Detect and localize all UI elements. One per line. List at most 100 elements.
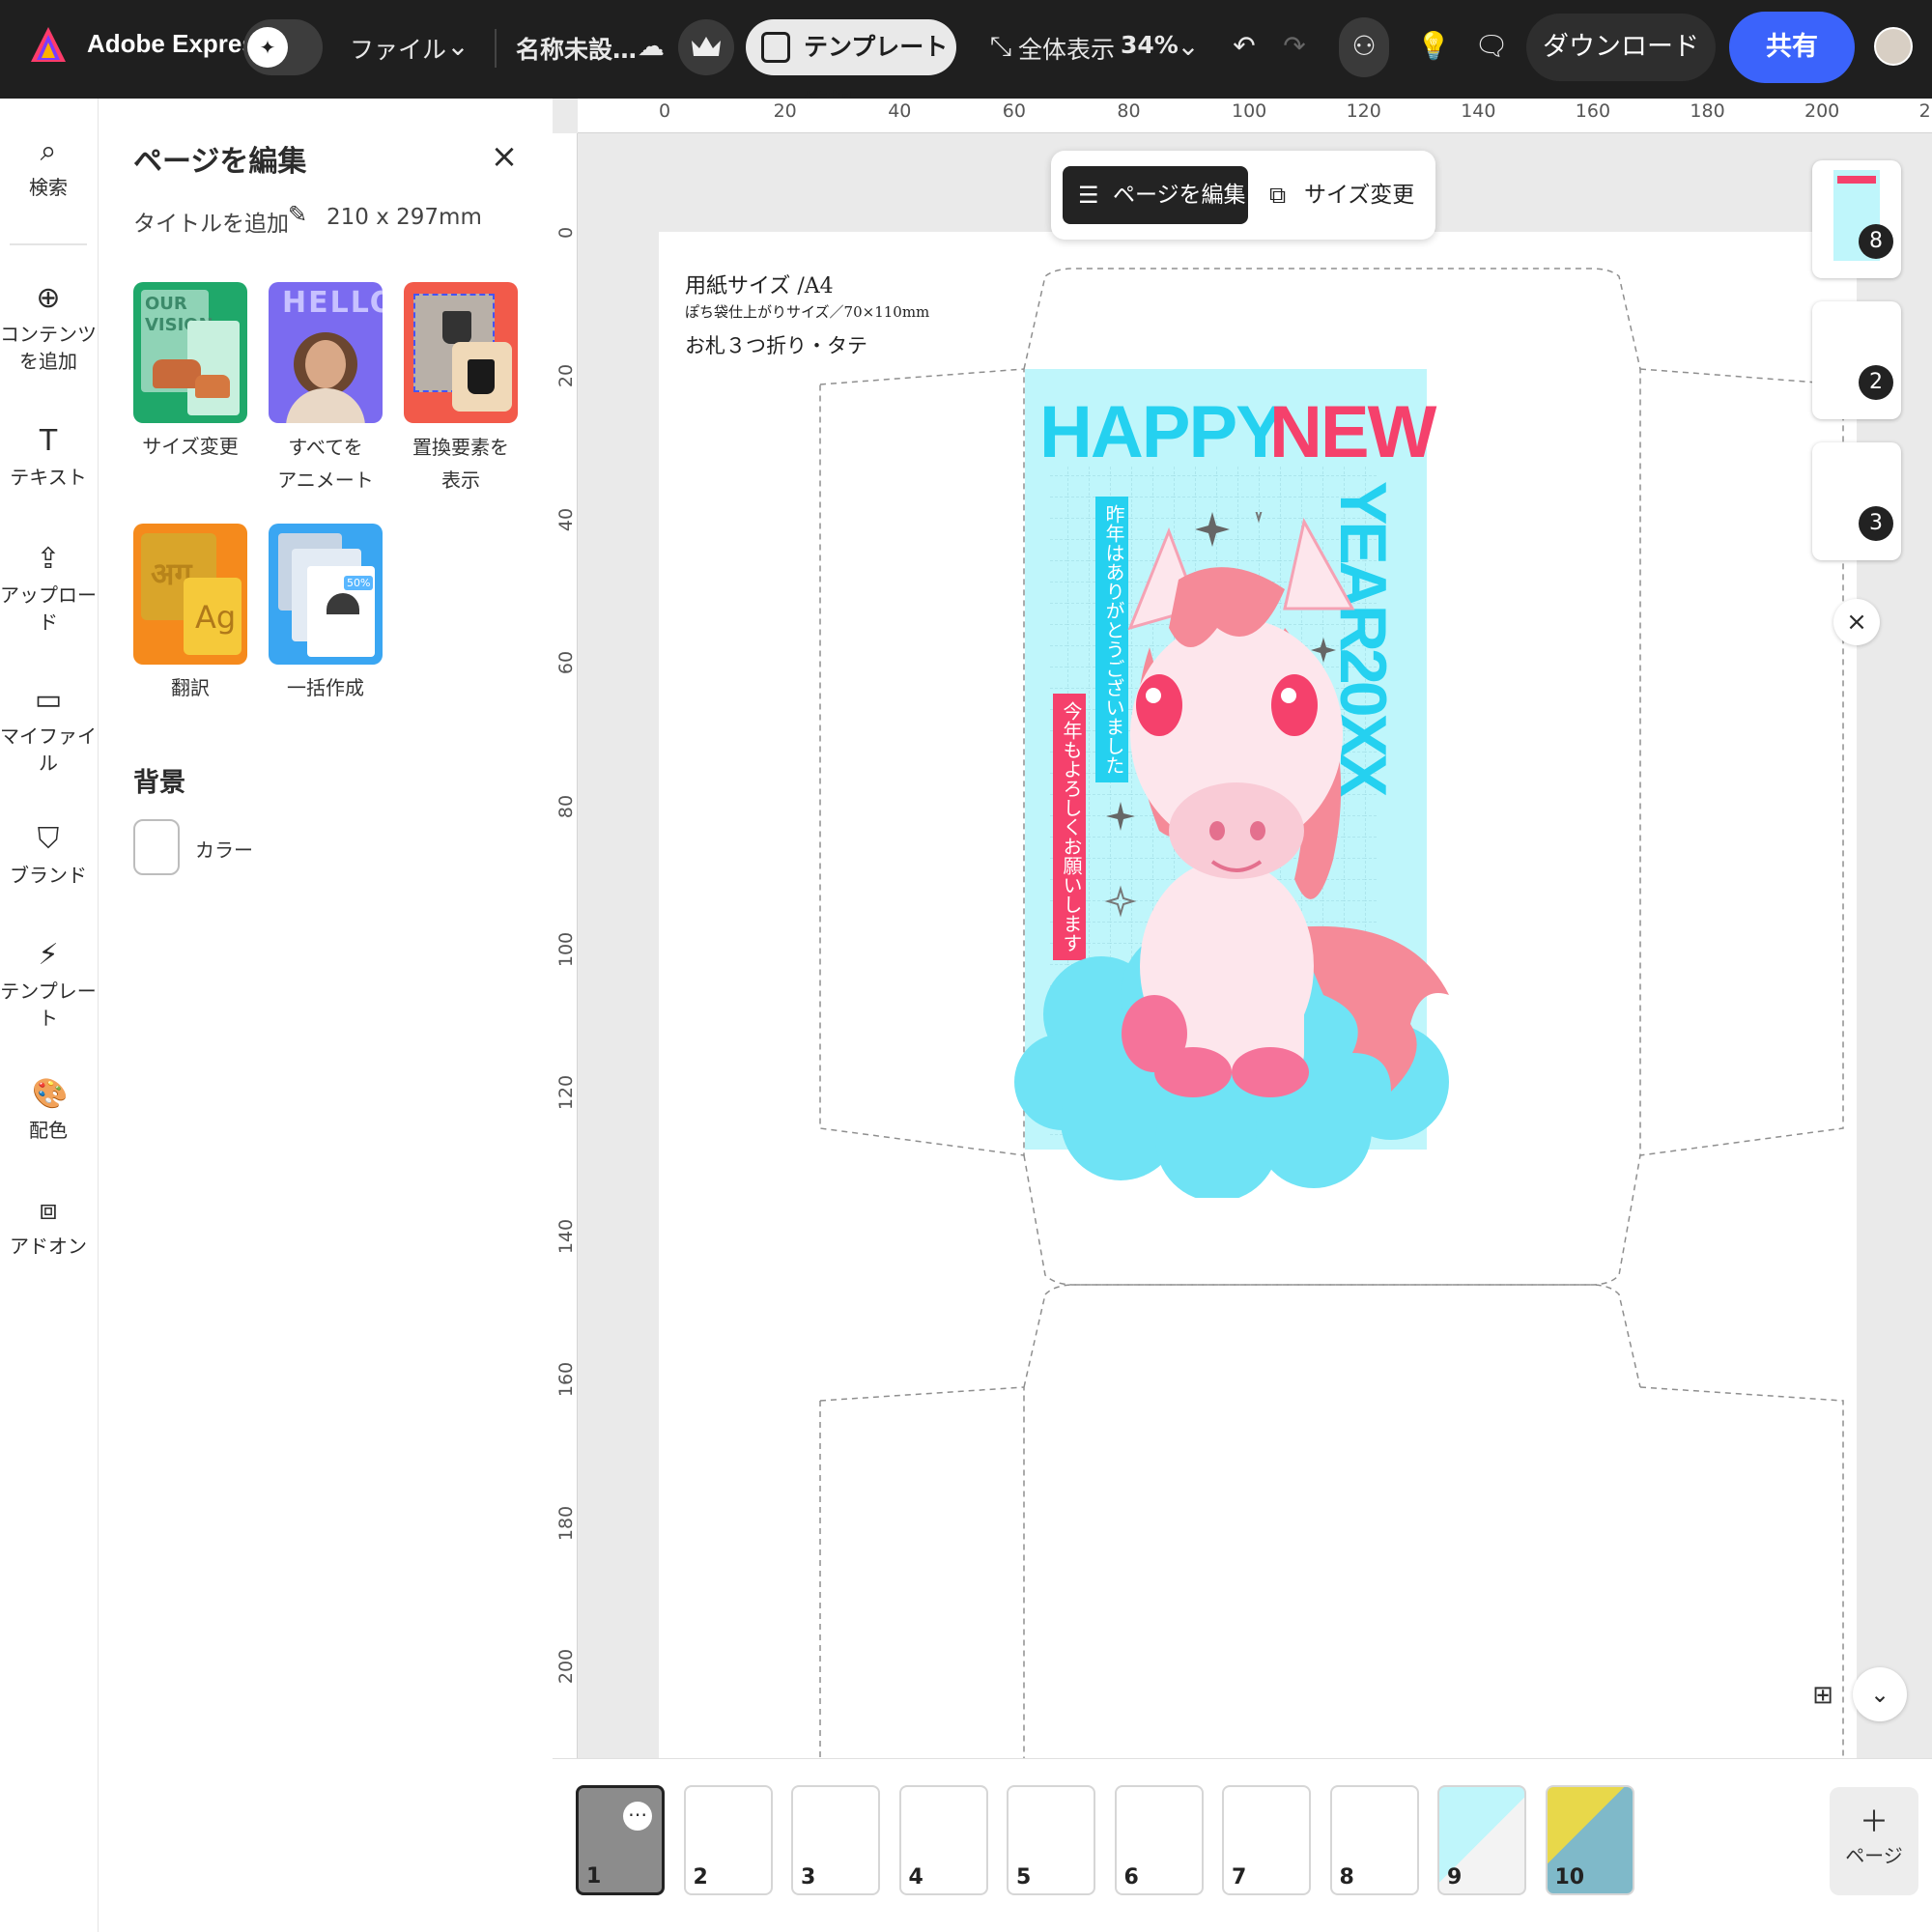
app-brand[interactable]: Adobe Express [87,29,270,59]
page-thumbnail[interactable]: 5 [1007,1785,1095,1895]
page-stack-card[interactable] [1812,442,1901,560]
tile-art-text: OUR [145,294,187,314]
rail-item-6[interactable]: ⛉ ブランド [0,823,97,889]
page-thumbnail[interactable]: 6 [1114,1785,1204,1895]
undo-icon[interactable]: ↶ [1221,23,1267,70]
chair-icon [153,359,201,388]
page-thumbnail-number: 5 [1016,1865,1032,1889]
page-thumbnail[interactable]: 10 [1545,1785,1634,1895]
ruler-tick-label: 140 [1461,100,1496,122]
grid-view-icon[interactable]: ⊞ [1801,1673,1845,1718]
lightbulb-icon[interactable]: 💡 [1410,23,1457,70]
chevron-down-icon[interactable]: ⌄ [435,23,481,70]
background-section-title: 背景 [133,768,185,798]
ruler-tick-label: 80 [1117,100,1141,122]
tile-label: すべてを アニメート [277,436,374,492]
tile-label: 翻訳 [171,676,210,699]
rail-item-3[interactable]: T テキスト [0,425,97,491]
page-thumbnail[interactable]: 9 [1437,1785,1526,1895]
fit-label[interactable]: 全体表示 [1018,31,1115,66]
background-color-swatch[interactable] [133,819,180,875]
page-thumbnail[interactable]: 8 [1329,1785,1419,1895]
page-thumbnail[interactable]: 3 [791,1785,880,1895]
ruler-tick-label: 200 [555,1648,577,1685]
page-stack-number: 3 [1859,506,1893,541]
invite-collaborator-button[interactable]: ⚇ [1339,17,1389,77]
page-thumbnail-number: 8 [1339,1865,1354,1889]
page-stack-card[interactable] [1812,301,1901,419]
tile-label: サイズ変更 [142,435,239,458]
page-thumbnail[interactable]: 2 [683,1785,773,1895]
show-replace-elements-tile[interactable] [404,282,518,423]
rail-item-label: 配色 [29,1119,68,1142]
close-icon[interactable]: × [1833,599,1880,645]
plus-circle-icon: ⊕ [36,281,61,315]
pony-illustration[interactable] [1005,512,1468,1198]
ai-toggle[interactable]: ✦ [243,19,323,75]
rail-item-7[interactable]: ⚡ テンプレー ト [0,939,97,1032]
page-stack-number: 8 [1859,224,1893,259]
adobe-express-logo[interactable] [29,25,68,64]
resize-tile[interactable]: OUR VISION [133,282,247,423]
rail-item-8[interactable]: 🎨 配色 [0,1078,97,1144]
download-button[interactable]: ダウンロード [1526,14,1716,81]
cup-icon [468,359,495,394]
file-menu[interactable]: ファイル [350,31,446,66]
rail-item-2[interactable]: ⊕ コンテンツ を追加 [0,282,97,375]
ruler-tick-label: 20 [773,100,797,122]
ruler-tick-label: 100 [1232,100,1267,122]
page-thumbnail[interactable]: ⋯ 1 [576,1785,665,1895]
comment-icon[interactable]: 🗨 [1468,23,1515,70]
rail-item-1[interactable]: ⌕ 検索 [0,135,97,201]
ruler-tick-label: 0 [659,100,671,122]
ruler-tick-label: 0 [555,226,577,240]
page-thumbnail-number: 7 [1232,1865,1247,1889]
happy-text[interactable]: HAPPY [1039,390,1285,474]
resize-button[interactable]: ⧉ サイズ変更 [1264,166,1428,224]
ruler-tick-label: 120 [555,1075,577,1111]
rail-item-9[interactable]: ⧈ アドオン [0,1194,97,1260]
bulk-create-tile[interactable]: 50% [269,524,383,665]
ruler-tick-label: 180 [1690,100,1725,122]
ruler-tick-label: 140 [555,1218,577,1254]
zoom-chevron-icon[interactable]: ⌄ [1165,23,1211,70]
brand-icon: ⛉ [37,822,60,856]
page-thumbnail-number: 6 [1123,1865,1139,1889]
close-icon[interactable]: × [485,137,524,176]
add-page-button[interactable]: ＋ ページ [1830,1787,1918,1895]
page-thumbnail[interactable]: 4 [898,1785,988,1895]
page-thumbnail[interactable]: 7 [1222,1785,1311,1895]
ruler-tick-label: 200 [1804,100,1840,122]
edit-page-panel: ページを編集 × タイトルを追加 ✎ 210 x 297mm OUR VISIO… [99,99,553,1932]
more-options-icon[interactable]: ⋯ [623,1802,652,1831]
search-icon: ⌕ [40,134,57,168]
user-avatar[interactable] [1874,27,1913,66]
cloud-icon[interactable]: ☁ [628,23,674,70]
document-title[interactable]: 名称未設… [516,31,637,66]
sparkle-icon: ✦ [247,27,288,68]
page-stack-card[interactable] [1812,160,1901,278]
edit-page-button[interactable]: ☰ ページを編集 [1063,166,1248,224]
shoulders-shape [286,388,365,423]
template-info-button[interactable]: テンプレート情報 [746,19,956,117]
translate-tile[interactable]: अग Ag [133,524,247,665]
plus-icon: ＋ [1860,1805,1889,1839]
share-button[interactable]: 共有 [1729,12,1855,83]
pencil-icon[interactable]: ✎ [288,201,307,228]
page-stack-preview [1837,176,1876,184]
redo-icon[interactable]: ↷ [1271,23,1318,70]
animate-all-tile[interactable]: HELLO [269,282,383,423]
template-icon: ⚡ [38,938,59,972]
ruler-tick-label: 40 [555,507,577,531]
ruler-tick-label: 60 [1002,100,1026,122]
new-text[interactable]: NEW [1269,390,1436,474]
add-title-link[interactable]: タイトルを追加 [133,205,289,238]
premium-button[interactable] [678,19,734,75]
ruler-tick-label: 160 [1575,100,1611,122]
chevron-down-icon[interactable]: ⌄ [1853,1667,1907,1721]
rail-item-5[interactable]: ▭ マイファイ ル [0,684,97,777]
ruler-tick-label: 60 [555,651,577,675]
top-bar: Adobe Express ✦ ファイル ⌄ 名称未設… ☁ テンプレート情報 … [0,0,1932,117]
fit-screen-icon[interactable]: ⤡ [978,23,1024,70]
rail-item-4[interactable]: ⇪ アップロー ド [0,543,97,636]
